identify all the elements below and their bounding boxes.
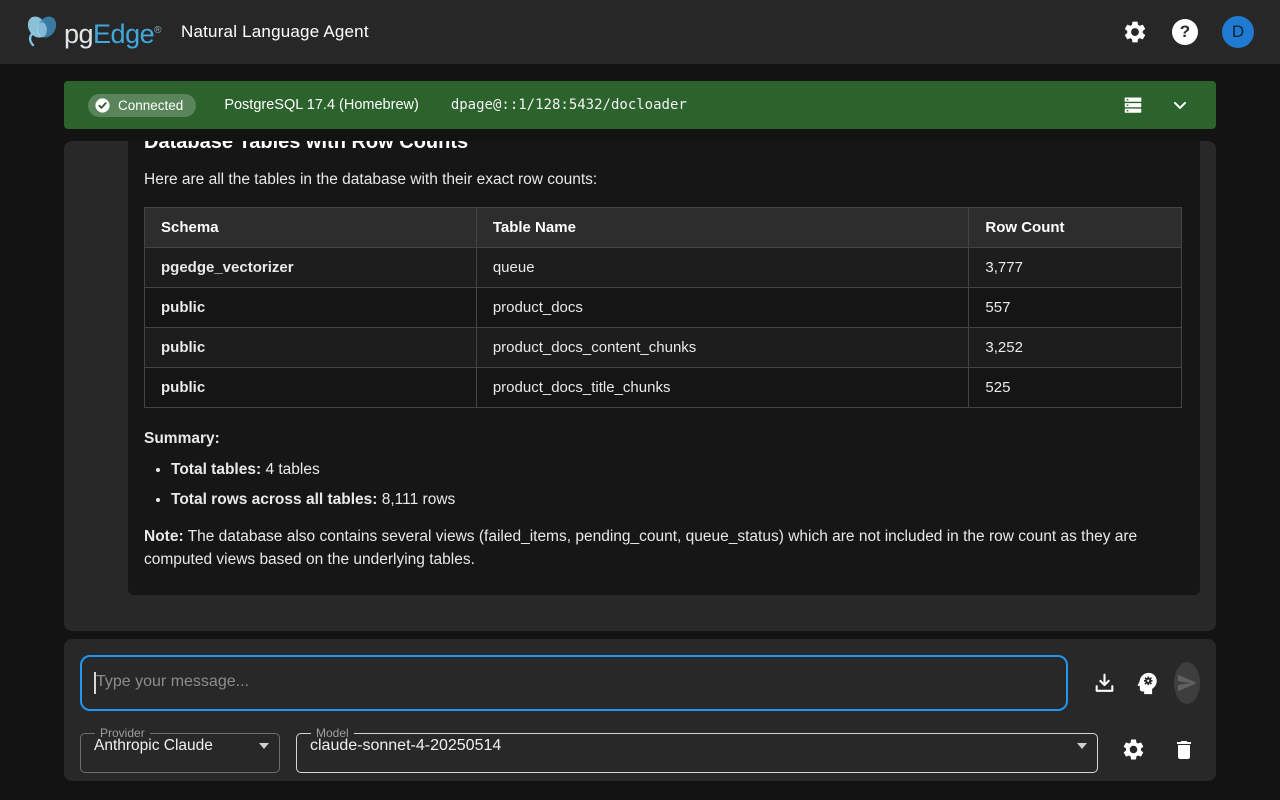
cell-schema: public: [145, 368, 477, 408]
message-input-wrap: [80, 655, 1068, 711]
cell-row-count: 3,777: [969, 248, 1182, 288]
cell-row-count: 3,252: [969, 328, 1182, 368]
composer-input-row: [80, 655, 1200, 711]
cell-schema: public: [145, 328, 477, 368]
provider-value: Anthropic Claude: [94, 737, 213, 755]
chevron-down-icon: [1170, 95, 1190, 115]
model-select[interactable]: Model claude-sonnet-4-20250514: [296, 726, 1098, 773]
assistant-message: Database Tables with Row Counts Here are…: [128, 141, 1200, 595]
table-header-row: Schema Table Name Row Count: [145, 208, 1182, 248]
cell-schema: public: [145, 288, 477, 328]
help-button[interactable]: ?: [1172, 19, 1198, 45]
cell-table-name: product_docs: [476, 288, 969, 328]
table-row: pgedge_vectorizer queue 3,777: [145, 248, 1182, 288]
cell-row-count: 525: [969, 368, 1182, 408]
server-list-icon: [1122, 94, 1144, 116]
settings-button[interactable]: [1122, 19, 1148, 45]
help-icon: ?: [1172, 19, 1198, 45]
send-button[interactable]: [1174, 662, 1200, 704]
pgedge-heart-icon: [22, 11, 62, 51]
trash-icon: [1172, 738, 1196, 762]
server-list-button[interactable]: [1122, 94, 1144, 116]
column-header-schema: Schema: [145, 208, 477, 248]
ai-reasoning-button[interactable]: [1134, 670, 1161, 697]
psychology-icon: [1134, 670, 1161, 697]
table-row: public product_docs_title_chunks 525: [145, 368, 1182, 408]
composer-panel: Provider Anthropic Claude Model claude-s…: [64, 639, 1216, 781]
summary-list: Total tables: 4 tables Total rows across…: [144, 461, 1182, 509]
model-value: claude-sonnet-4-20250514: [310, 737, 501, 755]
server-version-text: PostgreSQL 17.4 (Homebrew): [224, 97, 419, 113]
gear-icon: [1121, 737, 1146, 762]
dropdown-arrow-icon: [259, 743, 269, 749]
download-chat-button[interactable]: [1092, 671, 1117, 696]
table-row: public product_docs 557: [145, 288, 1182, 328]
dropdown-arrow-icon: [1077, 743, 1087, 749]
chat-history-panel[interactable]: Database Tables with Row Counts Here are…: [64, 141, 1216, 631]
message-heading: Database Tables with Row Counts: [144, 141, 1182, 154]
header-actions: ? D: [1122, 16, 1254, 48]
message-input[interactable]: [80, 655, 1068, 711]
list-item: Total rows across all tables: 8,111 rows: [171, 491, 1182, 509]
connection-status-text: Connected: [118, 98, 183, 113]
provider-select[interactable]: Provider Anthropic Claude: [80, 726, 280, 773]
app-header: pgEdge® Natural Language Agent ? D: [0, 0, 1280, 64]
download-icon: [1092, 671, 1117, 696]
user-avatar[interactable]: D: [1222, 16, 1254, 48]
gear-icon: [1122, 19, 1148, 45]
logo-wordmark: pgEdge®: [64, 11, 161, 54]
page-title: Natural Language Agent: [181, 22, 369, 42]
send-icon: [1176, 672, 1198, 694]
tables-row-count-table: Schema Table Name Row Count pgedge_vecto…: [144, 207, 1182, 408]
summary-label: Summary:: [144, 430, 1182, 448]
cell-table-name: product_docs_content_chunks: [476, 328, 969, 368]
connection-bar-actions: [1122, 94, 1190, 116]
pgedge-logo: pgEdge®: [22, 11, 161, 54]
check-circle-icon: [94, 97, 111, 114]
note-paragraph: Note: The database also contains several…: [144, 525, 1182, 571]
cell-schema: pgedge_vectorizer: [145, 248, 477, 288]
cell-table-name: product_docs_title_chunks: [476, 368, 969, 408]
model-settings-button[interactable]: [1121, 737, 1146, 762]
clear-chat-button[interactable]: [1172, 738, 1196, 762]
composer-settings-row: Provider Anthropic Claude Model claude-s…: [80, 726, 1200, 773]
avatar-letter: D: [1232, 22, 1244, 42]
connection-status-badge: Connected: [88, 94, 196, 117]
cell-table-name: queue: [476, 248, 969, 288]
connection-string: dpage@::1/128:5432/docloader: [451, 97, 687, 113]
text-caret: [94, 672, 96, 694]
list-item: Total tables: 4 tables: [171, 461, 1182, 479]
collapse-connection-button[interactable]: [1170, 95, 1190, 115]
message-intro: Here are all the tables in the database …: [144, 171, 1182, 189]
column-header-table-name: Table Name: [476, 208, 969, 248]
app-window: pgEdge® Natural Language Agent ? D Conne…: [0, 0, 1280, 800]
cell-row-count: 557: [969, 288, 1182, 328]
column-header-row-count: Row Count: [969, 208, 1182, 248]
table-row: public product_docs_content_chunks 3,252: [145, 328, 1182, 368]
connection-status-bar: Connected PostgreSQL 17.4 (Homebrew) dpa…: [64, 81, 1216, 129]
